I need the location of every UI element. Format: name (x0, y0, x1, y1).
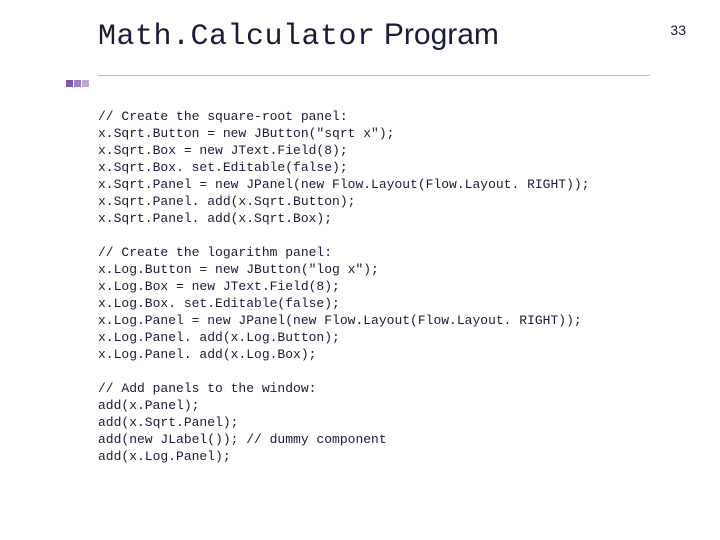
slide: 33 Math.Calculator Program // Create the… (0, 0, 720, 540)
code-line: x.Sqrt.Box = new JText.Field(8); (98, 143, 348, 158)
code-line: x.Sqrt.Panel = new JPanel(new Flow.Layou… (98, 177, 589, 192)
code-line: add(new JLabel()); // dummy component (98, 432, 387, 447)
page-number: 33 (670, 22, 686, 38)
code-line: x.Sqrt.Panel. add(x.Sqrt.Button); (98, 194, 355, 209)
code-line: x.Log.Box = new JText.Field(8); (98, 279, 340, 294)
code-block: // Create the square-root panel: x.Sqrt.… (98, 108, 660, 465)
code-line: add(x.Panel); (98, 398, 199, 413)
title-sans: Program (376, 18, 499, 51)
code-line: // Create the logarithm panel: (98, 245, 332, 260)
accent-square-icon (74, 80, 81, 87)
code-line: x.Sqrt.Button = new JButton("sqrt x"); (98, 126, 394, 141)
code-line: x.Log.Panel = new JPanel(new Flow.Layout… (98, 313, 582, 328)
code-line: x.Log.Panel. add(x.Log.Box); (98, 347, 316, 362)
code-line: x.Log.Panel. add(x.Log.Button); (98, 330, 340, 345)
code-line: x.Log.Box. set.Editable(false); (98, 296, 340, 311)
title-mono: Math.Calculator (98, 20, 376, 54)
code-line: x.Sqrt.Panel. add(x.Sqrt.Box); (98, 211, 332, 226)
code-line: x.Sqrt.Box. set.Editable(false); (98, 160, 348, 175)
accent-square-icon (66, 80, 73, 87)
code-line: // Add panels to the window: (98, 381, 316, 396)
code-line: // Create the square-root panel: (98, 109, 348, 124)
code-line: x.Log.Button = new JButton("log x"); (98, 262, 379, 277)
slide-title: Math.Calculator Program (98, 20, 499, 52)
code-line: add(x.Sqrt.Panel); (98, 415, 238, 430)
code-line: add(x.Log.Panel); (98, 449, 231, 464)
accent-square-icon (82, 80, 89, 87)
accent-squares (66, 74, 90, 92)
title-underline (98, 75, 650, 76)
